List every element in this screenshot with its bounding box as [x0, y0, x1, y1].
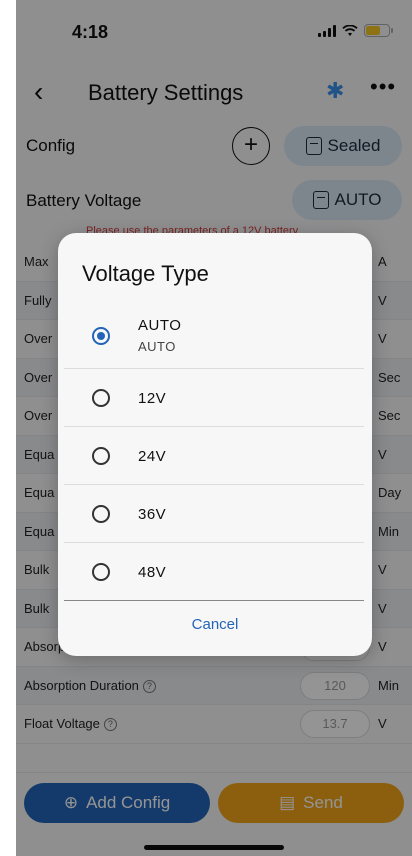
- option-24v[interactable]: 24V: [64, 427, 364, 485]
- app-screen: 4:18 ‹ Battery Settings ✱ ••• Config + S…: [16, 0, 412, 856]
- option-label: 24V: [138, 448, 167, 465]
- option-36v[interactable]: 36V: [64, 485, 364, 543]
- option-label: 48V: [138, 564, 167, 581]
- option-label: AUTO: [138, 317, 182, 334]
- option-label: 12V: [138, 390, 167, 407]
- option-auto[interactable]: AUTO AUTO: [64, 307, 364, 369]
- radio-icon[interactable]: [92, 389, 110, 407]
- radio-icon[interactable]: [92, 447, 110, 465]
- dialog-title: Voltage Type: [82, 261, 209, 286]
- radio-icon[interactable]: [92, 505, 110, 523]
- cancel-button[interactable]: Cancel: [58, 616, 372, 633]
- option-label: 36V: [138, 506, 167, 523]
- option-12v[interactable]: 12V: [64, 369, 364, 427]
- radio-icon[interactable]: [92, 563, 110, 581]
- option-sublabel: AUTO: [138, 339, 176, 354]
- option-48v[interactable]: 48V: [64, 543, 364, 601]
- voltage-type-dialog: Voltage Type AUTO AUTO 12V 24V 36V 48V C…: [58, 233, 372, 656]
- radio-selected-icon[interactable]: [92, 327, 110, 345]
